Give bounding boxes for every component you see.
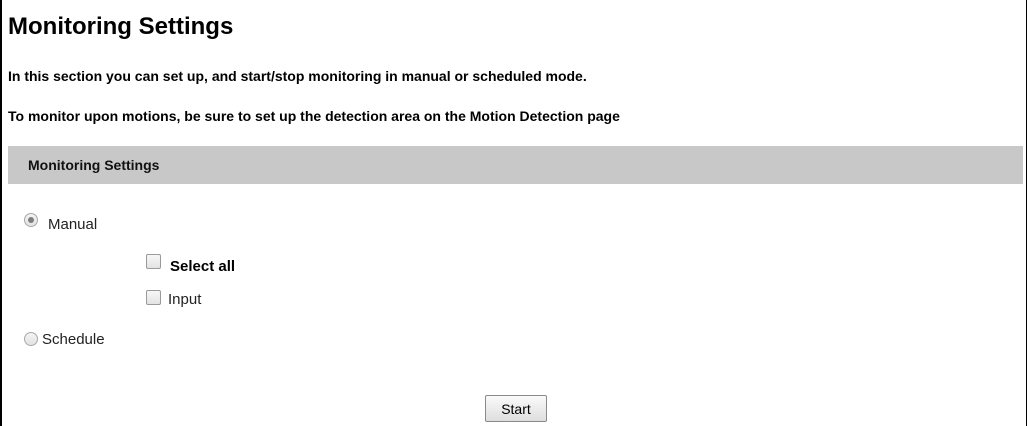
page-frame [0,0,1027,426]
manual-label[interactable]: Manual [48,216,97,234]
manual-radio[interactable] [24,213,38,227]
motion-detection-hint: To monitor upon motions, be sure to set … [8,108,620,124]
intro-text: In this section you can set up, and star… [8,68,587,84]
start-button[interactable]: Start [485,395,547,422]
section-header: Monitoring Settings [8,146,1023,184]
schedule-radio[interactable] [24,332,38,346]
input-label[interactable]: Input [168,291,201,309]
page-title: Monitoring Settings [8,13,234,40]
select-all-label[interactable]: Select all [170,258,235,276]
input-checkbox[interactable] [146,290,161,305]
section-title: Monitoring Settings [28,157,160,173]
schedule-label[interactable]: Schedule [42,331,105,349]
select-all-checkbox[interactable] [146,254,161,269]
